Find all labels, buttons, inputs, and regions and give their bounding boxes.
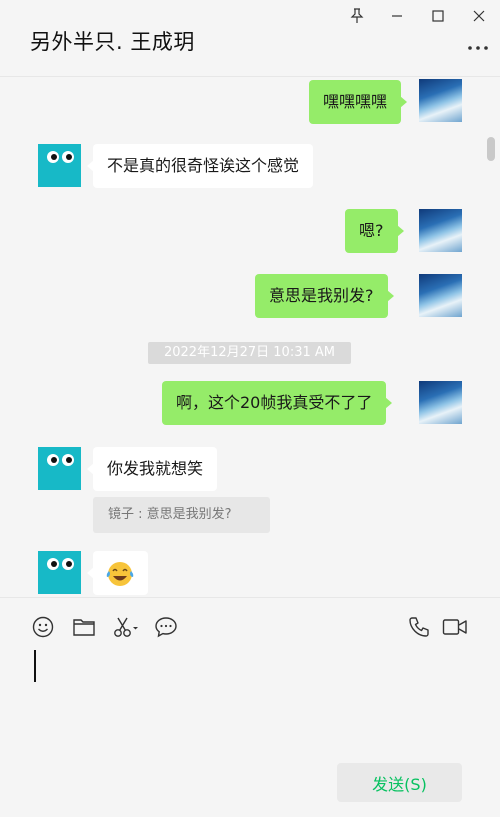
message-bubble-self[interactable]: 嗯? (345, 209, 403, 253)
message-bubble-other[interactable]: 你发我就想笑 (86, 447, 218, 491)
tears-of-joy-emoji-icon (106, 562, 134, 586)
chat-history-icon[interactable] (153, 614, 179, 640)
contact-avatar[interactable] (38, 447, 81, 490)
phone-icon[interactable] (406, 614, 432, 640)
contact-avatar[interactable] (38, 144, 81, 187)
message-bubble-other[interactable] (87, 551, 148, 595)
message-input[interactable] (30, 648, 470, 748)
more-icon[interactable] (466, 40, 490, 56)
self-avatar[interactable] (419, 274, 462, 317)
self-avatar[interactable] (419, 381, 462, 424)
send-button[interactable]: 发送(S) (337, 763, 462, 802)
title-bar: 另外半只. 王成玥 (0, 0, 500, 77)
message-bubble-self[interactable]: 嘿嘿嘿嘿 (309, 80, 408, 124)
chat-title: 另外半只. 王成玥 (30, 30, 195, 54)
video-icon[interactable] (441, 614, 469, 640)
contact-avatar[interactable] (38, 551, 81, 594)
message-list[interactable]: 嘿嘿嘿嘿 不是真的很奇怪诶这个感觉 嗯? 意思是我别发? 2022年12月27日… (0, 78, 500, 597)
message-timestamp: 2022年12月27日 10:31 AM (148, 342, 351, 364)
self-avatar[interactable] (419, 79, 462, 122)
minimize-icon[interactable] (383, 4, 411, 28)
folder-icon[interactable] (71, 614, 97, 640)
composer: 发送(S) (0, 597, 500, 817)
pin-icon[interactable] (343, 4, 371, 28)
close-icon[interactable] (465, 4, 493, 28)
scissors-icon[interactable] (111, 614, 141, 640)
emoji-icon[interactable] (30, 614, 56, 640)
quoted-message[interactable]: 镜子 : 意思是我别发? (93, 497, 270, 533)
maximize-icon[interactable] (424, 4, 452, 28)
self-avatar[interactable] (419, 209, 462, 252)
scrollbar-thumb[interactable] (487, 137, 495, 161)
message-bubble-self[interactable]: 意思是我别发? (255, 274, 393, 318)
message-bubble-other[interactable]: 不是真的很奇怪诶这个感觉 (86, 144, 314, 188)
message-bubble-self[interactable]: 啊，这个20帧我真受不了了 (162, 381, 393, 425)
